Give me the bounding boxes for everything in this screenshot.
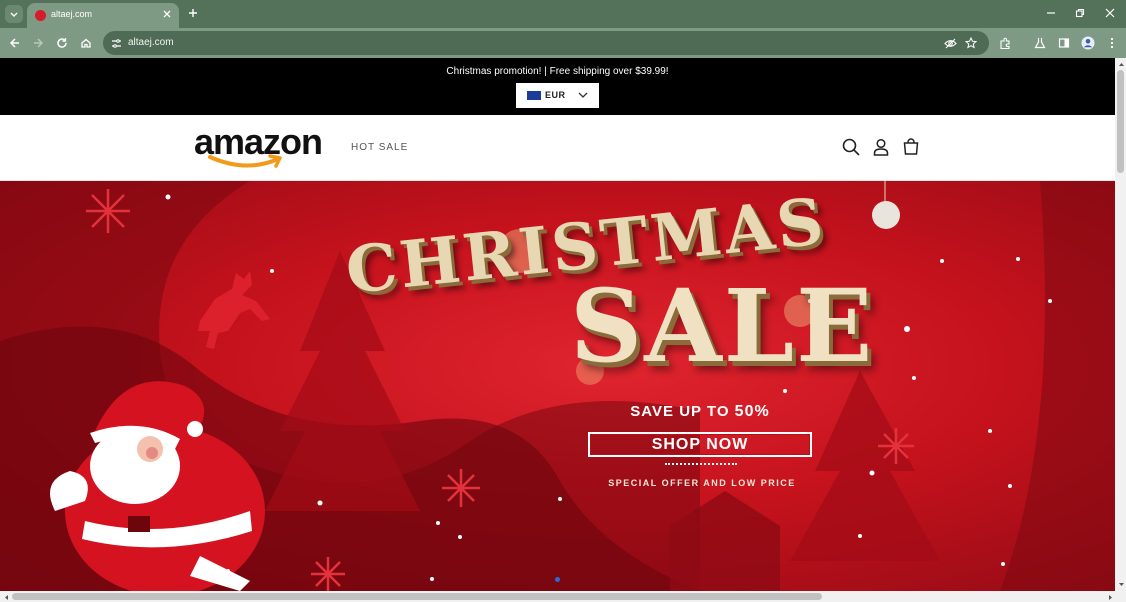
favicon [35,10,46,21]
slide-indicator[interactable] [555,577,560,582]
more-menu-button[interactable] [1104,35,1120,51]
extensions-icon [999,37,1010,49]
tab-strip: altaej.com [0,0,1126,28]
scroll-down-arrow[interactable] [1117,580,1125,588]
url-text: altaej.com [128,37,174,48]
scroll-up-arrow[interactable] [1117,60,1125,68]
cart-icon[interactable] [901,137,921,157]
tab-title: altaej.com [51,9,93,19]
restore-button[interactable] [1073,6,1087,20]
bookmark-button[interactable] [964,36,978,50]
home-button[interactable] [78,35,94,51]
announcement-text: Christmas promotion! | Free shipping ove… [446,66,669,77]
sidebar-icon [1058,38,1070,48]
vertical-scrollbar[interactable] [1115,58,1126,591]
search-icon[interactable] [841,137,861,157]
announcement-bar: Christmas promotion! | Free shipping ove… [0,58,1115,115]
browser-window: altaej.com altaej.com Christmas promotio… [0,0,1126,602]
web-page: Christmas promotion! | Free shipping ove… [0,58,1115,591]
back-icon [9,38,19,48]
new-tab-button[interactable] [186,6,200,20]
star-icon [965,37,977,49]
hero-title-line2: SALE [570,267,875,385]
tracking-protection-button[interactable] [943,36,957,50]
labs-button[interactable] [1032,35,1048,51]
nav-hot-sale[interactable]: HOT SALE [351,142,408,153]
home-icon [81,38,91,48]
close-icon [1105,8,1115,18]
vertical-scroll-thumb[interactable] [1117,70,1124,173]
scroll-left-icon [4,594,8,600]
currency-value: EUR [545,90,566,100]
scroll-right-arrow[interactable] [1106,593,1114,601]
scroll-up-icon [1118,62,1124,66]
chevron-down-icon [578,92,588,98]
site-info-icon [111,38,121,48]
tab-search-button[interactable] [5,5,23,23]
logo-smile-icon [208,154,282,168]
tab-close-button[interactable] [161,8,173,20]
profile-icon [1081,36,1095,50]
discount-prefix: SAVE UP TO [630,403,735,420]
close-icon [163,10,171,18]
new-tab-icon [189,9,197,17]
window-close-button[interactable] [1103,6,1117,20]
scroll-right-icon [1108,594,1112,600]
hero-tagline: SPECIAL OFFER AND LOW PRICE [608,478,796,488]
scroll-down-icon [1118,582,1124,586]
restore-icon [1075,8,1085,18]
reload-icon [57,38,67,48]
reload-button[interactable] [54,35,70,51]
forward-icon [34,38,44,48]
eye-off-icon [943,38,957,48]
chevron-down-icon [10,12,18,17]
horizontal-scroll-thumb[interactable] [12,593,822,600]
side-panel-button[interactable] [1056,35,1072,51]
account-icon[interactable] [871,137,891,157]
site-info-button[interactable] [109,36,123,50]
forward-button[interactable] [30,35,46,51]
browser-toolbar: altaej.com [0,28,1126,58]
address-bar[interactable]: altaej.com [103,31,989,55]
discount-value: 50% [734,403,770,420]
dotted-divider [665,463,737,465]
browser-tab[interactable]: altaej.com [27,3,179,28]
back-button[interactable] [7,35,23,51]
shop-now-button[interactable]: SHOP NOW [588,432,812,457]
site-header: amazon HOT SALE [0,115,1115,181]
hero-banner[interactable]: CHRISTMAS SALE SAVE UP TO 50% SHOP NOW S… [0,181,1115,591]
more-icon [1110,37,1114,49]
eu-flag-icon [527,91,541,100]
lab-icon [1034,38,1046,49]
minimize-button[interactable] [1044,6,1058,20]
extensions-button[interactable] [997,35,1013,51]
hero-discount: SAVE UP TO 50% [560,403,840,421]
horizontal-scrollbar[interactable] [0,591,1126,602]
minimize-icon [1047,12,1055,14]
amazon-logo[interactable]: amazon [194,123,330,171]
scroll-left-arrow[interactable] [2,593,10,601]
profile-button[interactable] [1080,35,1096,51]
currency-selector[interactable]: EUR [516,83,599,108]
